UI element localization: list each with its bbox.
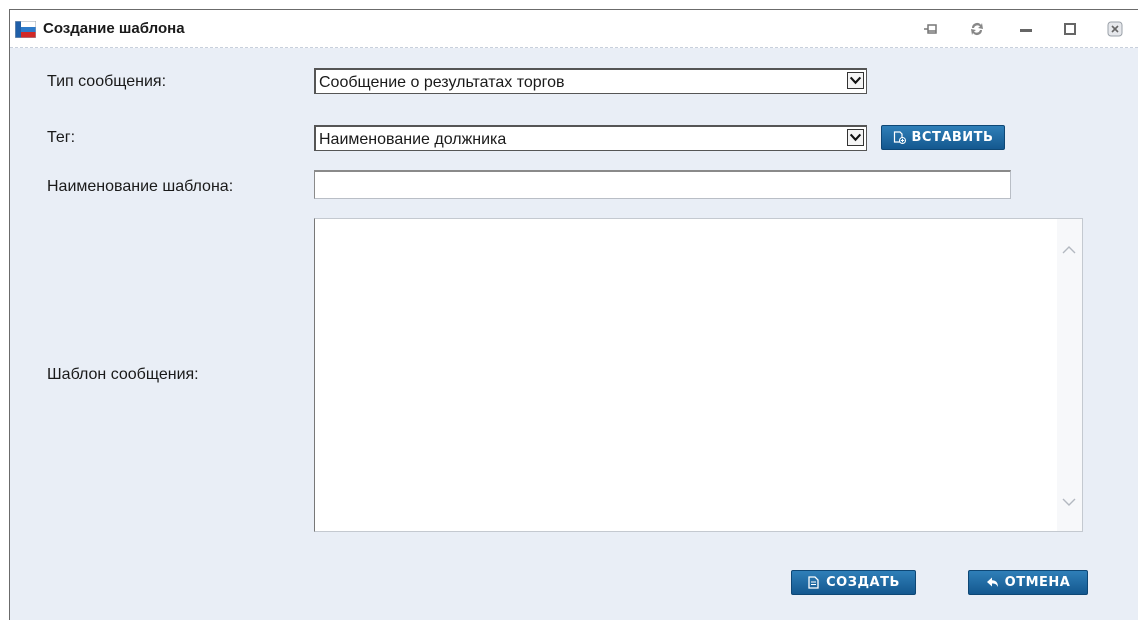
insert-tag-button[interactable]: ВСТАВИТЬ bbox=[881, 125, 1005, 150]
dialog-body: Тип сообщения: Сообщение о результатах т… bbox=[10, 48, 1138, 620]
insert-tag-label: ВСТАВИТЬ bbox=[911, 130, 994, 145]
chevron-down-icon[interactable] bbox=[847, 129, 864, 146]
document-icon bbox=[808, 576, 819, 589]
textarea-scrollbar[interactable] bbox=[1057, 219, 1082, 531]
pin-icon[interactable] bbox=[922, 20, 940, 38]
cancel-button[interactable]: ОТМЕНА bbox=[968, 570, 1088, 595]
create-button-label: СОЗДАТЬ bbox=[826, 575, 900, 590]
template-name-label: Наименование шаблона: bbox=[47, 178, 234, 195]
app-flag-icon bbox=[15, 21, 36, 38]
create-button[interactable]: СОЗДАТЬ bbox=[791, 570, 916, 595]
template-name-input[interactable] bbox=[314, 170, 1011, 199]
create-template-dialog: Создание шаблона Тип сообщения: Сообщени… bbox=[9, 9, 1138, 620]
tag-label: Тег: bbox=[47, 129, 76, 146]
window-title: Создание шаблона bbox=[43, 20, 185, 37]
minimize-icon[interactable] bbox=[1017, 20, 1035, 38]
template-body-textarea[interactable] bbox=[314, 218, 1083, 532]
back-arrow-icon bbox=[986, 577, 998, 587]
maximize-icon[interactable] bbox=[1061, 20, 1079, 38]
template-body-label: Шаблон сообщения: bbox=[47, 366, 199, 383]
cancel-button-label: ОТМЕНА bbox=[1004, 575, 1071, 590]
message-type-label: Тип сообщения: bbox=[47, 73, 167, 90]
insert-document-icon bbox=[893, 131, 906, 144]
close-icon[interactable] bbox=[1106, 20, 1124, 38]
chevron-down-icon[interactable] bbox=[1062, 497, 1076, 507]
message-type-select[interactable]: Сообщение о результатах торгов bbox=[314, 68, 867, 94]
chevron-down-icon[interactable] bbox=[847, 72, 864, 89]
title-bar[interactable]: Создание шаблона bbox=[10, 10, 1138, 48]
chevron-up-icon[interactable] bbox=[1062, 245, 1076, 255]
refresh-icon[interactable] bbox=[968, 20, 986, 38]
tag-value: Наименование должника bbox=[319, 131, 507, 148]
message-type-value: Сообщение о результатах торгов bbox=[319, 74, 565, 91]
tag-select[interactable]: Наименование должника bbox=[314, 125, 867, 151]
